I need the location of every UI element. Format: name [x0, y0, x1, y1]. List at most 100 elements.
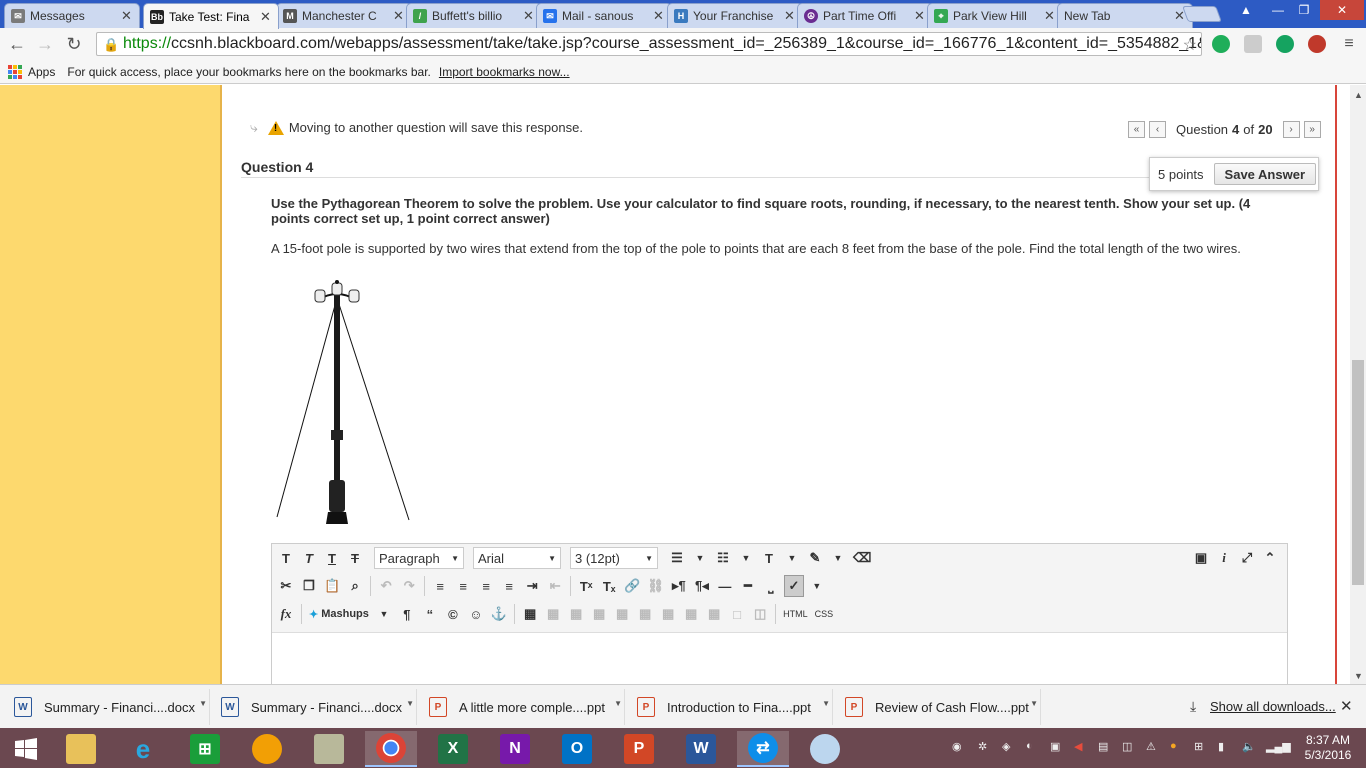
- user-icon[interactable]: ▲: [1230, 0, 1262, 20]
- extension-icon[interactable]: [1308, 35, 1326, 53]
- link-icon[interactable]: 🔗: [622, 575, 642, 597]
- ltr-icon[interactable]: ▸¶: [669, 575, 689, 597]
- volume-icon[interactable]: 🔈: [1242, 740, 1256, 754]
- subscript-icon[interactable]: Tₓ: [599, 575, 619, 597]
- scroll-up-icon[interactable]: ▲: [1354, 90, 1363, 100]
- chevron-down-icon[interactable]: ▼: [406, 699, 414, 708]
- tray-icon[interactable]: ▤: [1098, 740, 1112, 754]
- back-icon[interactable]: ←: [6, 33, 28, 55]
- close-icon[interactable]: ✕: [784, 8, 796, 24]
- download-item[interactable]: W Summary - Financi....docx ▼: [4, 689, 210, 725]
- bullet-list-icon[interactable]: ☰: [667, 547, 687, 569]
- window-close-icon[interactable]: ✕: [1320, 0, 1364, 20]
- chrome-icon[interactable]: [365, 731, 417, 767]
- find-icon[interactable]: ⌕: [345, 575, 365, 597]
- onenote-icon[interactable]: N: [489, 731, 541, 767]
- menu-icon[interactable]: ≡: [1338, 33, 1360, 55]
- text-italic-icon[interactable]: T: [299, 547, 319, 569]
- tray-icon[interactable]: ◉: [952, 740, 966, 754]
- blockquote-icon[interactable]: “: [420, 603, 440, 625]
- close-icon[interactable]: ✕: [121, 8, 133, 24]
- notepad-app-icon[interactable]: [303, 731, 355, 767]
- internet-explorer-icon[interactable]: e: [117, 731, 169, 767]
- tray-icon[interactable]: ⚠: [1146, 740, 1160, 754]
- copyright-icon[interactable]: ©: [443, 603, 463, 625]
- align-justify-icon[interactable]: ≡: [499, 575, 519, 597]
- download-item[interactable]: P Review of Cash Flow....ppt ▼: [835, 689, 1041, 725]
- close-icon[interactable]: ✕: [393, 8, 405, 24]
- chevron-down-icon[interactable]: ▼: [822, 699, 830, 708]
- show-all-downloads-link[interactable]: Show all downloads...: [1210, 699, 1336, 714]
- bookmark-star-icon[interactable]: ☆: [1183, 35, 1197, 55]
- close-icon[interactable]: ✕: [653, 8, 665, 24]
- first-question-button[interactable]: «: [1128, 121, 1145, 138]
- eraser-icon[interactable]: ⌫: [851, 547, 873, 569]
- tray-icon[interactable]: ●: [1170, 740, 1184, 754]
- highlight-pen-icon[interactable]: ✎: [805, 547, 825, 569]
- paragraph-select[interactable]: Paragraph ▼: [374, 547, 464, 569]
- store-icon[interactable]: ⊞: [179, 731, 231, 767]
- text-bold-icon[interactable]: T: [276, 547, 296, 569]
- tab-park-view[interactable]: ⌖ Park View Hill ✕: [927, 3, 1063, 28]
- chevron-down-icon[interactable]: ▼: [736, 547, 756, 569]
- table-cell-icon[interactable]: ▦: [566, 603, 586, 625]
- address-bar[interactable]: 🔒 https:// ccsnh.blackboard.com/webapps/…: [96, 32, 1202, 56]
- fullscreen-icon[interactable]: ⤢: [1237, 547, 1257, 569]
- tab-franchise[interactable]: H Your Franchise ✕: [667, 3, 803, 28]
- table-split-icon[interactable]: ▦: [704, 603, 724, 625]
- info-icon[interactable]: i: [1214, 547, 1234, 569]
- tray-icon[interactable]: ◐: [1026, 740, 1040, 754]
- html-button[interactable]: HTML: [781, 603, 810, 625]
- tab-part-time[interactable]: ☮ Part Time Offi ✕: [797, 3, 933, 28]
- text-strikethrough-icon[interactable]: T: [345, 547, 365, 569]
- mashups-button[interactable]: ✦ Mashups: [307, 603, 371, 625]
- unlink-icon[interactable]: ⛓: [645, 575, 666, 597]
- outlook-icon[interactable]: O: [551, 731, 603, 767]
- apps-link[interactable]: Apps: [28, 65, 55, 79]
- last-question-button[interactable]: »: [1303, 121, 1321, 138]
- chevron-down-icon[interactable]: ▼: [374, 603, 394, 625]
- close-icon[interactable]: ✕: [1340, 697, 1353, 715]
- preview-icon[interactable]: ▣: [1191, 547, 1211, 569]
- extension-icon[interactable]: [1244, 35, 1262, 53]
- tab-mail[interactable]: ✉ Mail - sanous ✕: [536, 3, 672, 28]
- tray-icon[interactable]: ◫: [1122, 740, 1136, 754]
- teamviewer-icon[interactable]: ⇄: [737, 731, 789, 767]
- math-formula-icon[interactable]: fx: [276, 603, 296, 625]
- table-delete-row-icon[interactable]: ▦: [612, 603, 632, 625]
- indent-icon[interactable]: ⇥: [522, 575, 542, 597]
- close-icon[interactable]: ✕: [523, 8, 535, 24]
- horizontal-rule-icon[interactable]: —: [715, 575, 735, 597]
- chevron-down-icon[interactable]: ▼: [199, 699, 207, 708]
- close-icon[interactable]: ✕: [914, 8, 926, 24]
- start-button[interactable]: [0, 731, 52, 767]
- tab-manchester[interactable]: M Manchester C ✕: [276, 3, 412, 28]
- paint-icon[interactable]: [799, 731, 851, 767]
- powerpoint-icon[interactable]: P: [613, 731, 665, 767]
- table-cols-icon[interactable]: ◫: [750, 603, 770, 625]
- tray-icon[interactable]: ⊞: [1194, 740, 1208, 754]
- nonbreaking-space-icon[interactable]: ⎵: [761, 575, 781, 597]
- grammarly-icon[interactable]: [1212, 35, 1230, 53]
- font-select[interactable]: Arial ▼: [473, 547, 561, 569]
- download-item[interactable]: P Introduction to Fina....ppt ▼: [627, 689, 833, 725]
- download-item[interactable]: P A little more comple....ppt ▼: [419, 689, 625, 725]
- align-left-icon[interactable]: ≡: [430, 575, 450, 597]
- copy-icon[interactable]: ❐: [299, 575, 319, 597]
- tab-buffett[interactable]: / Buffett's billio ✕: [406, 3, 542, 28]
- text-format-icon[interactable]: T: [759, 547, 779, 569]
- redo-icon[interactable]: ↷: [399, 575, 419, 597]
- tray-icon[interactable]: ◈: [1002, 740, 1016, 754]
- forward-icon[interactable]: →: [34, 33, 56, 55]
- maximize-icon[interactable]: ❐: [1288, 0, 1320, 20]
- tab-messages[interactable]: ✉ Messages ✕: [4, 3, 140, 28]
- save-answer-button[interactable]: Save Answer: [1213, 163, 1316, 185]
- scroll-thumb[interactable]: [1352, 360, 1364, 585]
- numbered-list-icon[interactable]: ☷: [713, 547, 733, 569]
- scroll-down-icon[interactable]: ▼: [1354, 671, 1363, 681]
- chevron-down-icon[interactable]: ▼: [828, 547, 848, 569]
- excel-icon[interactable]: X: [427, 731, 479, 767]
- text-underline-icon[interactable]: T: [322, 547, 342, 569]
- superscript-icon[interactable]: Tˣ: [576, 575, 596, 597]
- table-props-icon[interactable]: □: [727, 603, 747, 625]
